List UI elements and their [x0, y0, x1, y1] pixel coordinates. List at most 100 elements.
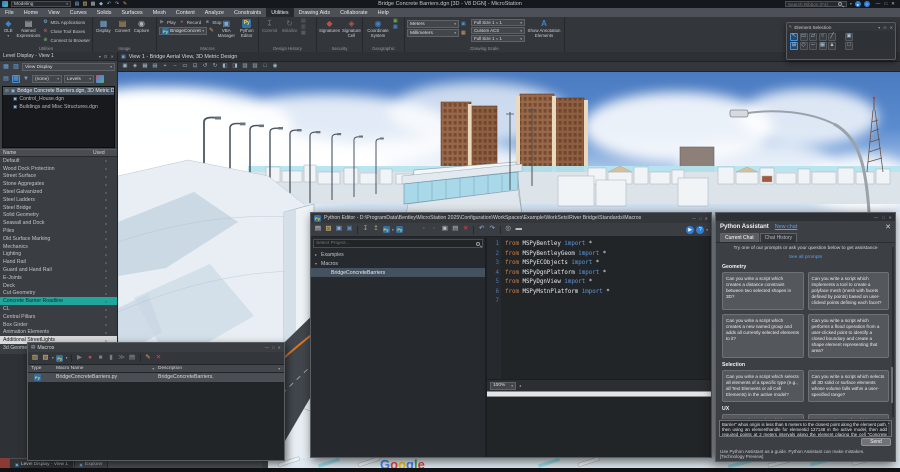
- master-unit-dropdown[interactable]: Meters▾: [407, 20, 459, 28]
- code-editor[interactable]: 1234567 from MSPyBentley import *from MS…: [487, 237, 711, 379]
- ribbon-tab-view[interactable]: View: [43, 8, 65, 17]
- python-icon[interactable]: Py: [56, 355, 63, 362]
- close-icon[interactable]: ✕: [888, 215, 892, 220]
- project-tree-item[interactable]: ▸Examples: [311, 250, 485, 259]
- record-icon[interactable]: ●: [86, 354, 94, 362]
- prompt-card[interactable]: Can you write a script which performs a …: [808, 314, 890, 358]
- column-used[interactable]: Used: [93, 150, 117, 156]
- method-line-icon[interactable]: ╱: [828, 33, 836, 41]
- level-row[interactable]: Steel Ladders•: [0, 196, 117, 204]
- panel-close-icon[interactable]: ✕: [110, 54, 114, 59]
- annotation-scale-dropdown[interactable]: Full Size 1 = 1▾: [471, 35, 525, 42]
- pen-icon[interactable]: ✎: [122, 1, 128, 7]
- copy-view-icon[interactable]: □: [261, 63, 269, 71]
- level-display-titlebar[interactable]: Level Display - View 1 ▾⊡✕: [0, 52, 117, 61]
- minimize-icon[interactable]: —: [692, 216, 696, 221]
- rotate-view-icon[interactable]: ↺: [201, 63, 209, 71]
- scale-dropdown[interactable]: Full Size 1 = 1▾: [471, 19, 525, 26]
- level-table-header[interactable]: Name Used: [0, 149, 117, 157]
- level-row[interactable]: Solid Geometry•: [0, 212, 117, 220]
- restore-icon[interactable]: □: [699, 216, 702, 221]
- save-icon[interactable]: ▣: [335, 226, 343, 234]
- workflow-dropdown[interactable]: Modeling▾: [11, 1, 71, 8]
- new-file-icon[interactable]: ▤: [314, 226, 322, 234]
- run-script-icon[interactable]: ▶: [686, 226, 694, 234]
- change-level-icon[interactable]: ▦: [2, 63, 10, 71]
- display-button[interactable]: ▦Display: [95, 18, 112, 34]
- tab-chat-history[interactable]: Chat History: [760, 233, 798, 242]
- tree-item[interactable]: ▣Control_House.dgn: [3, 95, 114, 103]
- close-tool-boxes-button[interactable]: ⊗Close Tool Boxes: [42, 27, 90, 35]
- open-macro-icon[interactable]: ▨: [31, 354, 39, 362]
- clip-volume-icon[interactable]: ▧: [241, 63, 249, 71]
- restore-icon[interactable]: □: [882, 215, 885, 220]
- help-icon[interactable]: ?: [864, 1, 870, 7]
- compress-icon[interactable]: ◆: [98, 1, 104, 7]
- send-button[interactable]: Send: [861, 438, 891, 446]
- zoom-dropdown[interactable]: 100%▾: [490, 382, 516, 390]
- minimize-icon[interactable]: —: [876, 1, 881, 7]
- input-scrollbar[interactable]: [888, 421, 891, 436]
- update-levels-icon[interactable]: ▨: [12, 63, 20, 71]
- ribbon-tab-help[interactable]: Help: [373, 8, 394, 17]
- show-annotation-elements-button[interactable]: AShow Annotation Elements: [527, 18, 561, 39]
- element-selection-titlebar[interactable]: ↖ Element Selection ▾⊙✕: [787, 23, 895, 31]
- level-color-icon[interactable]: [96, 75, 104, 83]
- close-icon[interactable]: ✕: [277, 345, 281, 350]
- prompt-card[interactable]: Can you write a script which selects all…: [722, 370, 804, 402]
- prompt-card[interactable]: Can you write a script which implements …: [808, 272, 890, 310]
- capture-button[interactable]: ◉Capture: [133, 18, 150, 34]
- expand-icon[interactable]: ▾: [315, 261, 319, 266]
- column-type[interactable]: Type: [28, 366, 56, 371]
- level-row[interactable]: Central Pillars•: [0, 313, 117, 321]
- level-row[interactable]: Seawall and Dock•: [0, 219, 117, 227]
- level-row[interactable]: Steel Galvanized•: [0, 188, 117, 196]
- expand-icon[interactable]: ⊞: [5, 88, 9, 94]
- new-chat-link[interactable]: New chat: [775, 224, 797, 230]
- breakpoint-icon[interactable]: ◦: [420, 226, 428, 234]
- method-individual-icon[interactable]: ↖: [790, 33, 798, 41]
- editor-help-icon[interactable]: ?: [696, 226, 704, 234]
- play-macro-button[interactable]: ▶Play: [159, 18, 176, 26]
- filter-none-dropdown[interactable]: (none)▾: [32, 75, 62, 83]
- view-display-dropdown[interactable]: View Display▾: [22, 63, 115, 71]
- scroll-left-icon[interactable]: ◂: [519, 384, 521, 388]
- python-run-icon[interactable]: Py: [383, 226, 390, 233]
- project-tree-item[interactable]: BridgeConcreteBarriers: [311, 268, 485, 277]
- pause-icon[interactable]: ▮: [107, 354, 115, 362]
- view-previous-icon[interactable]: ◉: [271, 63, 279, 71]
- acs-dropdown[interactable]: Custom ACS▾: [471, 27, 525, 34]
- level-row[interactable]: Wood Dock Protection•: [0, 165, 117, 173]
- level-row[interactable]: Animation Elements•: [0, 329, 117, 337]
- geo-map-icon[interactable]: ▦: [393, 25, 398, 30]
- undo-icon[interactable]: ↶: [106, 1, 112, 7]
- view-titlebar[interactable]: ▣ View 1 - Bridge Aerial View, 3D Metric…: [118, 52, 900, 62]
- level-row[interactable]: Piles•: [0, 227, 117, 235]
- tree-item[interactable]: ▣Buildings and Misc Structures.dgn: [3, 103, 114, 111]
- expand-icon[interactable]: ▸: [315, 252, 319, 257]
- panel-dock-icon[interactable]: ⊡: [104, 54, 108, 59]
- edit-icon[interactable]: ✎: [144, 354, 152, 362]
- close-icon[interactable]: ✕: [704, 216, 708, 221]
- prompt-card[interactable]: Can you write a script which: [722, 414, 804, 419]
- level-row[interactable]: Mechanics•: [0, 243, 117, 251]
- clip-mask-icon[interactable]: ▨: [251, 63, 259, 71]
- filter-icon[interactable]: ▼: [22, 75, 30, 83]
- ribbon-tab-utilities[interactable]: Utilities: [266, 8, 293, 17]
- prompt-card[interactable]: Can you write a script which creates a n…: [722, 314, 804, 358]
- level-row[interactable]: Guard and Hand Rail•: [0, 266, 117, 274]
- ribbon-tab-content[interactable]: Content: [171, 8, 200, 17]
- restore-icon[interactable]: □: [272, 345, 275, 350]
- level-row[interactable]: Lighting•: [0, 251, 117, 259]
- record-macro-button[interactable]: ●Record: [179, 18, 202, 26]
- zoom-out-icon[interactable]: −: [171, 63, 179, 71]
- ribbon-tab-surfaces[interactable]: Surfaces: [116, 8, 147, 17]
- mode-select-all-icon[interactable]: ▲: [828, 42, 836, 50]
- undo-icon[interactable]: ↶: [478, 226, 486, 234]
- method-shape-icon[interactable]: ▱: [809, 33, 817, 41]
- level-row[interactable]: CL•: [0, 305, 117, 313]
- tree-item[interactable]: ⊞▣Bridge Concrete Barriers.dgn, 3D Metri…: [3, 87, 114, 95]
- dialog-close-icon[interactable]: ✕: [890, 25, 893, 30]
- import-icon[interactable]: ↧: [362, 226, 370, 234]
- save-all-icon[interactable]: ▣: [346, 226, 354, 234]
